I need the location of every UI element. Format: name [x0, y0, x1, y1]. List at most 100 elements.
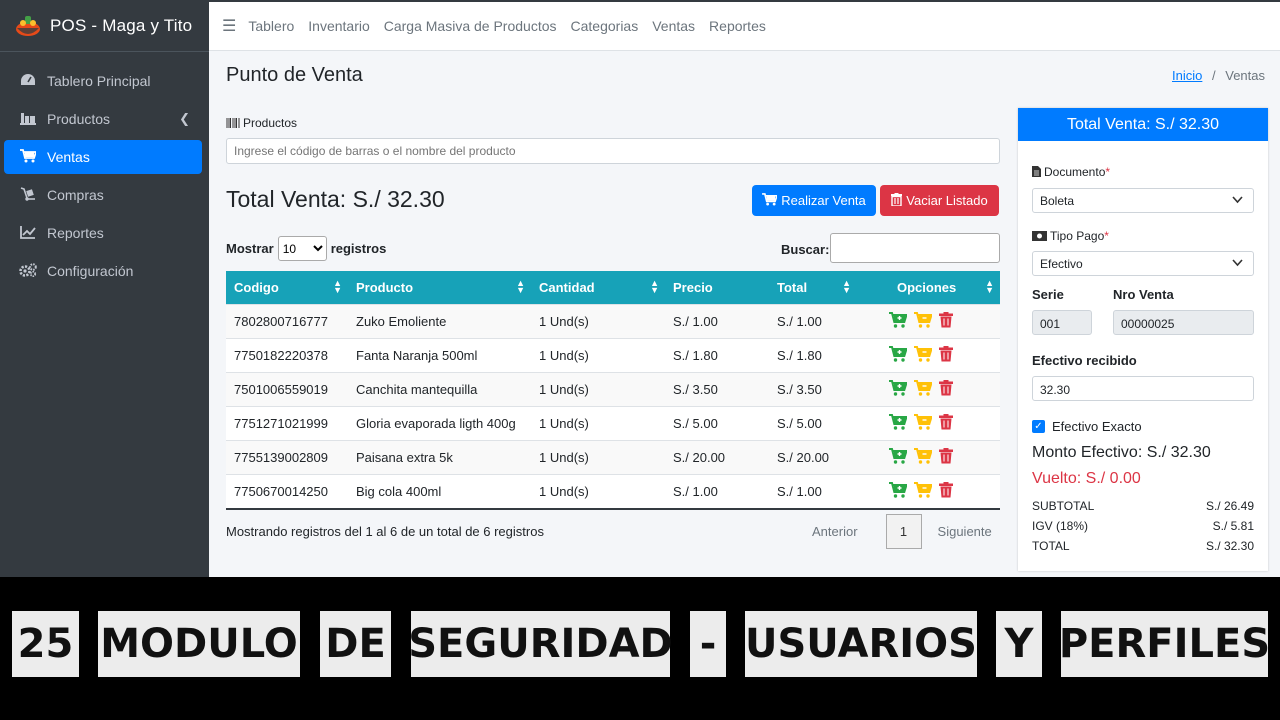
banner-word: SEGURIDAD	[408, 611, 673, 677]
sale-summary-panel: Total Venta: S./ 32.30 Documento* Boleta…	[1018, 108, 1268, 571]
column-header-codigo[interactable]: Codigo ▲ ▼	[226, 271, 348, 304]
monto-efectivo: Monto Efectivo: S./ 32.30	[1032, 444, 1211, 461]
trash-icon[interactable]	[939, 448, 953, 467]
dashboard-icon	[18, 73, 38, 90]
sort-icon: ▲ ▼	[650, 278, 659, 295]
cell-opciones	[857, 337, 1000, 373]
nav-link-categorias[interactable]: Categorias	[571, 18, 639, 34]
pagination-page-1[interactable]: 1	[885, 514, 922, 549]
banner-word: DE	[320, 611, 391, 677]
breadcrumb-home-link[interactable]: Inicio	[1172, 68, 1202, 83]
nav-link-carga-masiva[interactable]: Carga Masiva de Productos	[384, 18, 557, 34]
remove-cart-icon[interactable]	[914, 482, 933, 501]
tipo-pago-value: Efectivo	[1040, 257, 1083, 271]
nav-link-inventario[interactable]: Inventario	[308, 18, 369, 34]
cell-total: S./ 1.00	[769, 303, 857, 339]
nro-venta-input[interactable]: 00000025	[1113, 310, 1254, 335]
panel-total-header: Total Venta: S./ 32.30	[1018, 108, 1268, 141]
sidebar-item-productos[interactable]: Productos ❮	[4, 102, 202, 136]
cell-codigo: 7755139002809	[226, 440, 348, 475]
remove-cart-icon[interactable]	[914, 345, 933, 365]
sort-icon: ▲ ▼	[985, 278, 994, 295]
sidebar-item-tablero[interactable]: Tablero Principal	[4, 64, 202, 98]
chevron-down-icon	[1232, 193, 1243, 207]
column-header-precio[interactable]: Precio	[665, 271, 769, 304]
sidebar-item-compras[interactable]: Compras	[4, 178, 202, 212]
banner-word: 25	[12, 611, 79, 677]
header-label: Producto	[356, 279, 414, 295]
header-label: Codigo	[234, 279, 279, 295]
table-row: 7750670014250 Big cola 400ml 1 Und(s) S./ 1…	[226, 474, 1000, 511]
cell-cantidad: 1 Und(s)	[531, 406, 665, 441]
vaciar-listado-button[interactable]: Vaciar Listado	[880, 185, 999, 216]
column-header-producto[interactable]: Producto ▲ ▼	[348, 271, 531, 304]
efectivo-recibido-label: Efectivo recibido	[1032, 353, 1137, 368]
column-header-cantidad[interactable]: Cantidad ▲ ▼	[531, 271, 665, 304]
brand[interactable]: POS - Maga y Tito	[0, 0, 209, 52]
brand-logo-icon	[14, 12, 42, 40]
hamburger-menu-icon[interactable]: ☰	[222, 16, 236, 36]
pagination-next[interactable]: Siguiente	[938, 524, 992, 539]
remove-cart-icon[interactable]	[914, 448, 933, 467]
required-mark: *	[1104, 229, 1109, 243]
remove-cart-icon[interactable]	[914, 311, 933, 331]
trash-icon[interactable]	[939, 311, 953, 331]
serie-input[interactable]: 001	[1032, 310, 1092, 335]
column-header-opciones[interactable]: Opciones ▲ ▼	[857, 271, 1000, 304]
documento-label: Documento*	[1032, 165, 1110, 180]
nav-link-reportes[interactable]: Reportes	[709, 18, 766, 34]
breadcrumb-separator: /	[1211, 68, 1216, 83]
tipo-pago-select[interactable]: Efectivo	[1032, 251, 1254, 276]
nav-link-tablero[interactable]: Tablero	[248, 18, 294, 34]
realizar-venta-button[interactable]: Realizar Venta	[752, 185, 876, 216]
table-search-input[interactable]	[830, 233, 1000, 263]
add-cart-icon[interactable]	[889, 482, 908, 501]
table-row: 7501006559019 Canchita mantequilla 1 Und(s…	[226, 371, 1000, 407]
trash-icon[interactable]	[939, 345, 953, 365]
sidebar-item-ventas[interactable]: Ventas	[4, 140, 202, 174]
nav-link-ventas[interactable]: Ventas	[652, 18, 695, 34]
add-cart-icon[interactable]	[889, 379, 908, 399]
documento-label-text: Documento	[1044, 165, 1106, 179]
cell-cantidad: 1 Und(s)	[531, 337, 665, 373]
tipo-pago-label-text: Tipo Pago	[1050, 229, 1105, 243]
summary-row-igv: IGV (18%) S./ 5.81	[1032, 519, 1254, 533]
trash-icon[interactable]	[939, 482, 953, 501]
cell-opciones	[857, 406, 1000, 441]
column-header-total[interactable]: Total ▲ ▼	[769, 271, 857, 304]
sidebar-item-configuracion[interactable]: Configuración	[4, 254, 202, 288]
product-search-input[interactable]	[226, 138, 1000, 164]
add-cart-icon[interactable]	[889, 448, 908, 467]
cell-precio: S./ 1.00	[665, 303, 769, 339]
nro-venta-label: Nro Venta	[1113, 287, 1174, 302]
header-label: Opciones	[897, 279, 957, 295]
products-label-text: Productos	[243, 116, 298, 130]
cell-codigo: 7750182220378	[226, 337, 348, 373]
sort-icon: ▲ ▼	[842, 278, 851, 295]
trash-icon[interactable]	[939, 379, 953, 399]
cell-total: S./ 3.50	[769, 371, 857, 407]
cell-producto: Canchita mantequilla	[348, 371, 531, 407]
banner-word: USUARIOS	[745, 611, 977, 677]
cell-total: S./ 1.80	[769, 337, 857, 373]
efectivo-exacto-checkbox[interactable]: ✓	[1032, 420, 1045, 433]
table-info: Mostrando registros del 1 al 6 de un tot…	[226, 524, 544, 539]
sidebar-item-reportes[interactable]: Reportes	[4, 216, 202, 250]
documento-select[interactable]: Boleta	[1032, 188, 1254, 213]
trash-icon[interactable]	[939, 414, 953, 433]
remove-cart-icon[interactable]	[914, 414, 933, 433]
chart-icon	[18, 225, 38, 242]
chevron-left-icon: ❮	[179, 111, 190, 126]
breadcrumb: Inicio / Ventas	[1172, 68, 1265, 83]
add-cart-icon[interactable]	[889, 311, 908, 331]
add-cart-icon[interactable]	[889, 345, 908, 365]
add-cart-icon[interactable]	[889, 414, 908, 433]
documento-value: Boleta	[1040, 194, 1075, 208]
efectivo-recibido-input[interactable]: 32.30	[1032, 376, 1254, 401]
remove-cart-icon[interactable]	[914, 379, 933, 399]
cell-opciones	[857, 371, 1000, 407]
page-size-select[interactable]: 10	[277, 236, 327, 261]
banner-word: -	[690, 611, 726, 677]
sidebar-item-label: Compras	[47, 187, 104, 203]
pagination-prev[interactable]: Anterior	[812, 524, 858, 539]
